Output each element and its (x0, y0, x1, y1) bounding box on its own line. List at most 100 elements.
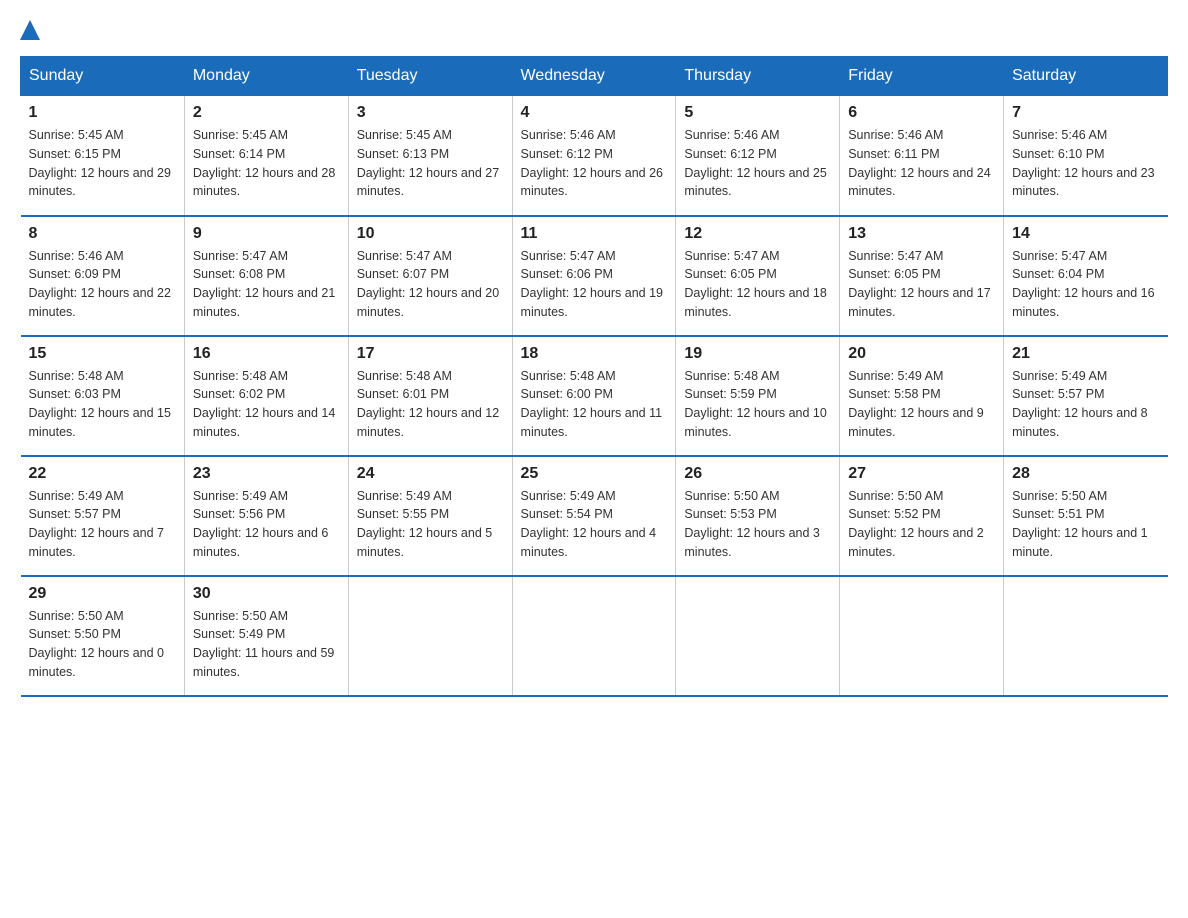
day-number: 30 (193, 585, 340, 603)
day-number: 20 (848, 345, 995, 363)
day-info: Sunrise: 5:47 AM Sunset: 6:04 PM Dayligh… (1012, 247, 1159, 322)
day-number: 10 (357, 225, 504, 243)
calendar-cell (1004, 576, 1168, 696)
calendar-cell: 14 Sunrise: 5:47 AM Sunset: 6:04 PM Dayl… (1004, 216, 1168, 336)
calendar-cell: 23 Sunrise: 5:49 AM Sunset: 5:56 PM Dayl… (184, 456, 348, 576)
day-info: Sunrise: 5:50 AM Sunset: 5:51 PM Dayligh… (1012, 487, 1159, 562)
day-info: Sunrise: 5:46 AM Sunset: 6:09 PM Dayligh… (29, 247, 176, 322)
day-info: Sunrise: 5:47 AM Sunset: 6:06 PM Dayligh… (521, 247, 668, 322)
day-number: 11 (521, 225, 668, 243)
day-number: 4 (521, 104, 668, 122)
day-number: 17 (357, 345, 504, 363)
calendar-cell: 1 Sunrise: 5:45 AM Sunset: 6:15 PM Dayli… (21, 96, 185, 216)
column-header-sunday: Sunday (21, 57, 185, 96)
calendar-cell: 3 Sunrise: 5:45 AM Sunset: 6:13 PM Dayli… (348, 96, 512, 216)
day-number: 14 (1012, 225, 1159, 243)
column-header-wednesday: Wednesday (512, 57, 676, 96)
calendar-cell: 7 Sunrise: 5:46 AM Sunset: 6:10 PM Dayli… (1004, 96, 1168, 216)
calendar-cell: 13 Sunrise: 5:47 AM Sunset: 6:05 PM Dayl… (840, 216, 1004, 336)
calendar-cell: 30 Sunrise: 5:50 AM Sunset: 5:49 PM Dayl… (184, 576, 348, 696)
column-header-friday: Friday (840, 57, 1004, 96)
calendar-header-row: SundayMondayTuesdayWednesdayThursdayFrid… (21, 57, 1168, 96)
calendar-cell: 21 Sunrise: 5:49 AM Sunset: 5:57 PM Dayl… (1004, 336, 1168, 456)
day-number: 3 (357, 104, 504, 122)
calendar-cell: 19 Sunrise: 5:48 AM Sunset: 5:59 PM Dayl… (676, 336, 840, 456)
column-header-tuesday: Tuesday (348, 57, 512, 96)
calendar-cell: 15 Sunrise: 5:48 AM Sunset: 6:03 PM Dayl… (21, 336, 185, 456)
day-number: 6 (848, 104, 995, 122)
day-info: Sunrise: 5:46 AM Sunset: 6:12 PM Dayligh… (684, 126, 831, 201)
day-info: Sunrise: 5:48 AM Sunset: 6:00 PM Dayligh… (521, 367, 668, 442)
day-info: Sunrise: 5:49 AM Sunset: 5:57 PM Dayligh… (1012, 367, 1159, 442)
calendar-cell: 17 Sunrise: 5:48 AM Sunset: 6:01 PM Dayl… (348, 336, 512, 456)
calendar-cell: 16 Sunrise: 5:48 AM Sunset: 6:02 PM Dayl… (184, 336, 348, 456)
calendar-cell: 27 Sunrise: 5:50 AM Sunset: 5:52 PM Dayl… (840, 456, 1004, 576)
calendar-cell: 18 Sunrise: 5:48 AM Sunset: 6:00 PM Dayl… (512, 336, 676, 456)
day-number: 5 (684, 104, 831, 122)
day-number: 1 (29, 104, 176, 122)
calendar-cell: 9 Sunrise: 5:47 AM Sunset: 6:08 PM Dayli… (184, 216, 348, 336)
calendar-cell: 2 Sunrise: 5:45 AM Sunset: 6:14 PM Dayli… (184, 96, 348, 216)
logo-triangle-icon (20, 20, 40, 40)
day-info: Sunrise: 5:50 AM Sunset: 5:49 PM Dayligh… (193, 607, 340, 682)
calendar-table: SundayMondayTuesdayWednesdayThursdayFrid… (20, 56, 1168, 697)
calendar-cell: 5 Sunrise: 5:46 AM Sunset: 6:12 PM Dayli… (676, 96, 840, 216)
day-number: 26 (684, 465, 831, 483)
day-number: 29 (29, 585, 176, 603)
day-info: Sunrise: 5:48 AM Sunset: 6:02 PM Dayligh… (193, 367, 340, 442)
calendar-cell (512, 576, 676, 696)
day-info: Sunrise: 5:49 AM Sunset: 5:54 PM Dayligh… (521, 487, 668, 562)
calendar-cell: 22 Sunrise: 5:49 AM Sunset: 5:57 PM Dayl… (21, 456, 185, 576)
day-info: Sunrise: 5:47 AM Sunset: 6:08 PM Dayligh… (193, 247, 340, 322)
day-info: Sunrise: 5:45 AM Sunset: 6:15 PM Dayligh… (29, 126, 176, 201)
day-info: Sunrise: 5:48 AM Sunset: 6:01 PM Dayligh… (357, 367, 504, 442)
day-number: 7 (1012, 104, 1159, 122)
day-info: Sunrise: 5:46 AM Sunset: 6:12 PM Dayligh… (521, 126, 668, 201)
day-info: Sunrise: 5:50 AM Sunset: 5:50 PM Dayligh… (29, 607, 176, 682)
calendar-week-row: 8 Sunrise: 5:46 AM Sunset: 6:09 PM Dayli… (21, 216, 1168, 336)
day-info: Sunrise: 5:48 AM Sunset: 5:59 PM Dayligh… (684, 367, 831, 442)
day-info: Sunrise: 5:47 AM Sunset: 6:05 PM Dayligh… (684, 247, 831, 322)
day-number: 27 (848, 465, 995, 483)
day-number: 22 (29, 465, 176, 483)
calendar-cell: 10 Sunrise: 5:47 AM Sunset: 6:07 PM Dayl… (348, 216, 512, 336)
calendar-week-row: 29 Sunrise: 5:50 AM Sunset: 5:50 PM Dayl… (21, 576, 1168, 696)
calendar-week-row: 22 Sunrise: 5:49 AM Sunset: 5:57 PM Dayl… (21, 456, 1168, 576)
calendar-cell: 20 Sunrise: 5:49 AM Sunset: 5:58 PM Dayl… (840, 336, 1004, 456)
calendar-cell: 8 Sunrise: 5:46 AM Sunset: 6:09 PM Dayli… (21, 216, 185, 336)
day-info: Sunrise: 5:49 AM Sunset: 5:57 PM Dayligh… (29, 487, 176, 562)
calendar-cell: 29 Sunrise: 5:50 AM Sunset: 5:50 PM Dayl… (21, 576, 185, 696)
day-info: Sunrise: 5:47 AM Sunset: 6:07 PM Dayligh… (357, 247, 504, 322)
day-info: Sunrise: 5:50 AM Sunset: 5:52 PM Dayligh… (848, 487, 995, 562)
day-info: Sunrise: 5:47 AM Sunset: 6:05 PM Dayligh… (848, 247, 995, 322)
calendar-cell (348, 576, 512, 696)
day-number: 24 (357, 465, 504, 483)
day-number: 2 (193, 104, 340, 122)
day-info: Sunrise: 5:45 AM Sunset: 6:13 PM Dayligh… (357, 126, 504, 201)
calendar-cell: 25 Sunrise: 5:49 AM Sunset: 5:54 PM Dayl… (512, 456, 676, 576)
column-header-monday: Monday (184, 57, 348, 96)
day-info: Sunrise: 5:49 AM Sunset: 5:56 PM Dayligh… (193, 487, 340, 562)
day-info: Sunrise: 5:50 AM Sunset: 5:53 PM Dayligh… (684, 487, 831, 562)
calendar-cell (840, 576, 1004, 696)
calendar-week-row: 15 Sunrise: 5:48 AM Sunset: 6:03 PM Dayl… (21, 336, 1168, 456)
day-number: 13 (848, 225, 995, 243)
day-number: 19 (684, 345, 831, 363)
day-number: 21 (1012, 345, 1159, 363)
logo (20, 20, 42, 46)
calendar-cell: 28 Sunrise: 5:50 AM Sunset: 5:51 PM Dayl… (1004, 456, 1168, 576)
day-number: 15 (29, 345, 176, 363)
day-info: Sunrise: 5:49 AM Sunset: 5:55 PM Dayligh… (357, 487, 504, 562)
day-number: 12 (684, 225, 831, 243)
calendar-cell: 24 Sunrise: 5:49 AM Sunset: 5:55 PM Dayl… (348, 456, 512, 576)
calendar-cell: 26 Sunrise: 5:50 AM Sunset: 5:53 PM Dayl… (676, 456, 840, 576)
day-info: Sunrise: 5:49 AM Sunset: 5:58 PM Dayligh… (848, 367, 995, 442)
column-header-saturday: Saturday (1004, 57, 1168, 96)
column-header-thursday: Thursday (676, 57, 840, 96)
calendar-cell: 4 Sunrise: 5:46 AM Sunset: 6:12 PM Dayli… (512, 96, 676, 216)
day-number: 28 (1012, 465, 1159, 483)
day-info: Sunrise: 5:46 AM Sunset: 6:11 PM Dayligh… (848, 126, 995, 201)
calendar-cell (676, 576, 840, 696)
day-info: Sunrise: 5:45 AM Sunset: 6:14 PM Dayligh… (193, 126, 340, 201)
day-number: 18 (521, 345, 668, 363)
